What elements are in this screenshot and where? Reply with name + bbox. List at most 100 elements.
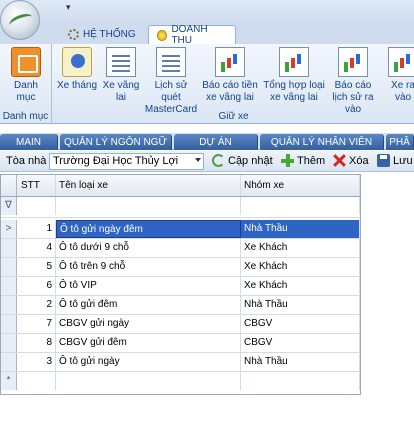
module-tab-strip: MAIN QUẢN LÝ NGÔN NGỮ DỰ ÁN QUẢN LÝ NHÂN… xyxy=(0,133,414,150)
cell-stt[interactable]: 2 xyxy=(17,296,56,314)
lich-su-quet-button[interactable]: Lịch sử quét MasterCard xyxy=(144,47,198,116)
cell-group[interactable]: Nhà Thầu xyxy=(241,296,360,314)
row-indicator[interactable] xyxy=(1,239,17,257)
column-header-stt[interactable]: STT xyxy=(17,175,56,196)
cell-name[interactable]: Ô tô gửi ngày đêm xyxy=(56,220,241,238)
row-indicator[interactable] xyxy=(1,353,17,371)
ribbon-tab-strip: HỆ THỐNG DOANH THU xyxy=(0,24,414,46)
button-label: Xe tháng xyxy=(56,80,98,91)
chevron-down-icon[interactable] xyxy=(195,158,201,162)
delete-button[interactable]: Xóa xyxy=(333,154,369,167)
cell-name[interactable]: Ô tô trên 9 chỗ xyxy=(56,258,241,276)
cell-stt[interactable]: 8 xyxy=(17,334,56,352)
bar-chart-icon xyxy=(279,47,309,77)
cell-group[interactable]: CBGV xyxy=(241,334,360,352)
filter-cell[interactable] xyxy=(241,197,360,215)
cell-group[interactable]: CBGV xyxy=(241,315,360,333)
filter-icon: ∇ xyxy=(1,197,17,215)
tab-quan-ly-ngon-ngu[interactable]: QUẢN LÝ NGÔN NGỮ xyxy=(60,134,172,150)
refresh-button[interactable]: Cập nhật xyxy=(212,154,273,167)
refresh-icon xyxy=(212,154,225,167)
filter-row[interactable]: ∇ xyxy=(1,197,360,218)
filter-cell[interactable] xyxy=(56,197,241,215)
cell-name[interactable]: Ô tô VIP xyxy=(56,277,241,295)
xe-ra-vao-button[interactable]: Xe ra vào xyxy=(383,47,414,104)
cell-name[interactable] xyxy=(56,372,241,390)
tab-main[interactable]: MAIN xyxy=(0,134,58,150)
button-label: Danh mục xyxy=(14,80,38,103)
tab-label: DOANH THU xyxy=(171,24,208,46)
tools-icon xyxy=(68,29,79,40)
table-row[interactable]: 2 Ô tô gửi đêm Nhà Thầu xyxy=(1,296,360,315)
row-indicator[interactable] xyxy=(1,277,17,295)
tab-quan-ly-nhan-vien[interactable]: QUẢN LÝ NHÂN VIÊN xyxy=(260,134,384,150)
building-select[interactable]: Trường Đại Học Thủy Lợi xyxy=(49,153,204,170)
add-button[interactable]: Thêm xyxy=(281,154,325,167)
building-label: Tòa nhà xyxy=(6,155,47,167)
table-row[interactable]: 3 Ô tô gửi ngày Nhà Thầu xyxy=(1,353,360,372)
ribbon-group-giu-xe: Xe tháng Xe vãng lai Lịch sử quét Master… xyxy=(53,44,414,124)
table-row[interactable]: > 1 Ô tô gửi ngày đêm Nhà Thầu xyxy=(1,220,360,239)
row-indicator[interactable] xyxy=(1,334,17,352)
bar-chart-icon xyxy=(338,47,368,77)
table-row[interactable]: 6 Ô tô VIP Xe Khách xyxy=(1,277,360,296)
filter-cell[interactable] xyxy=(17,197,56,215)
xe-thang-button[interactable]: Xe tháng xyxy=(55,47,99,92)
cell-group[interactable]: Xe Khách xyxy=(241,239,360,257)
xe-vang-lai-button[interactable]: Xe vãng lai xyxy=(101,47,141,104)
cell-stt[interactable]: 5 xyxy=(17,258,56,276)
row-indicator[interactable] xyxy=(1,296,17,314)
cell-stt[interactable]: 1 xyxy=(17,220,56,238)
tab-du-an[interactable]: DỰ ÁN xyxy=(174,134,258,150)
table-row[interactable]: 8 CBGV gửi đêm CBGV xyxy=(1,334,360,353)
row-indicator[interactable] xyxy=(1,258,17,276)
button-label: Tổng hợp loại xe vãng lai xyxy=(263,80,325,103)
app-menu-button[interactable] xyxy=(0,0,40,40)
new-row-icon: * xyxy=(1,372,17,390)
column-header-group[interactable]: Nhóm xe xyxy=(241,175,360,196)
save-icon xyxy=(377,154,390,167)
bao-cao-lich-su-button[interactable]: Báo cáo lịch sử ra vào xyxy=(329,47,377,116)
row-indicator[interactable] xyxy=(1,315,17,333)
table-row[interactable]: 4 Ô tô dưới 9 chỗ Xe Khách xyxy=(1,239,360,258)
app-logo-icon xyxy=(7,11,35,31)
cell-group[interactable] xyxy=(241,372,360,390)
bar-chart-icon xyxy=(215,47,245,77)
ribbon-group-danh-muc: Danh mục Danh mục xyxy=(0,44,52,124)
table-row[interactable]: 5 Ô tô trên 9 chỗ Xe Khách xyxy=(1,258,360,277)
plus-icon xyxy=(281,154,294,167)
danh-muc-button[interactable]: Danh mục xyxy=(6,47,46,104)
cell-stt[interactable]: 6 xyxy=(17,277,56,295)
button-label: Báo cáo tiền xe vãng lai xyxy=(202,80,258,103)
bao-cao-tien-button[interactable]: Báo cáo tiền xe vãng lai xyxy=(201,47,259,104)
cell-name[interactable]: Ô tô gửi ngày xyxy=(56,353,241,371)
table-row[interactable]: 7 CBGV gửi ngày CBGV xyxy=(1,315,360,334)
bar-chart-icon xyxy=(388,47,414,77)
vehicle-type-grid[interactable]: STT Tên loại xe Nhóm xe ∇ > 1 Ô tô gửi n… xyxy=(0,174,361,395)
cell-stt[interactable] xyxy=(17,372,56,390)
column-header-name[interactable]: Tên loại xe xyxy=(56,175,241,196)
group-label: Giữ xe xyxy=(218,111,249,122)
coin-icon xyxy=(157,29,168,41)
title-bar xyxy=(0,0,414,24)
cell-group[interactable]: Nhà Thầu xyxy=(241,353,360,371)
cell-stt[interactable]: 3 xyxy=(17,353,56,371)
cell-group[interactable]: Xe Khách xyxy=(241,277,360,295)
cell-name[interactable]: CBGV gửi ngày xyxy=(56,315,241,333)
cell-stt[interactable]: 4 xyxy=(17,239,56,257)
toolbar: Tòa nhà Trường Đại Học Thủy Lợi Cập nhật… xyxy=(0,151,414,172)
tab-doanh-thu[interactable]: DOANH THU xyxy=(148,24,236,46)
tab-phan[interactable]: PHÂ xyxy=(386,134,414,150)
building-value: Trường Đại Học Thủy Lợi xyxy=(53,155,179,167)
save-button[interactable]: Lưu xyxy=(377,154,413,167)
new-row[interactable]: * xyxy=(1,372,360,391)
cell-name[interactable]: Ô tô dưới 9 chỗ xyxy=(56,239,241,257)
cell-group[interactable]: Xe Khách xyxy=(241,258,360,276)
cell-group[interactable]: Nhà Thầu xyxy=(241,220,360,238)
tong-hop-button[interactable]: Tổng hợp loại xe vãng lai xyxy=(263,47,325,104)
cell-name[interactable]: CBGV gửi đêm xyxy=(56,334,241,352)
quick-access-dropdown[interactable]: ▾ xyxy=(66,2,71,13)
cell-name[interactable]: Ô tô gửi đêm xyxy=(56,296,241,314)
cell-stt[interactable]: 7 xyxy=(17,315,56,333)
tab-he-thong[interactable]: HỆ THỐNG xyxy=(60,25,144,44)
